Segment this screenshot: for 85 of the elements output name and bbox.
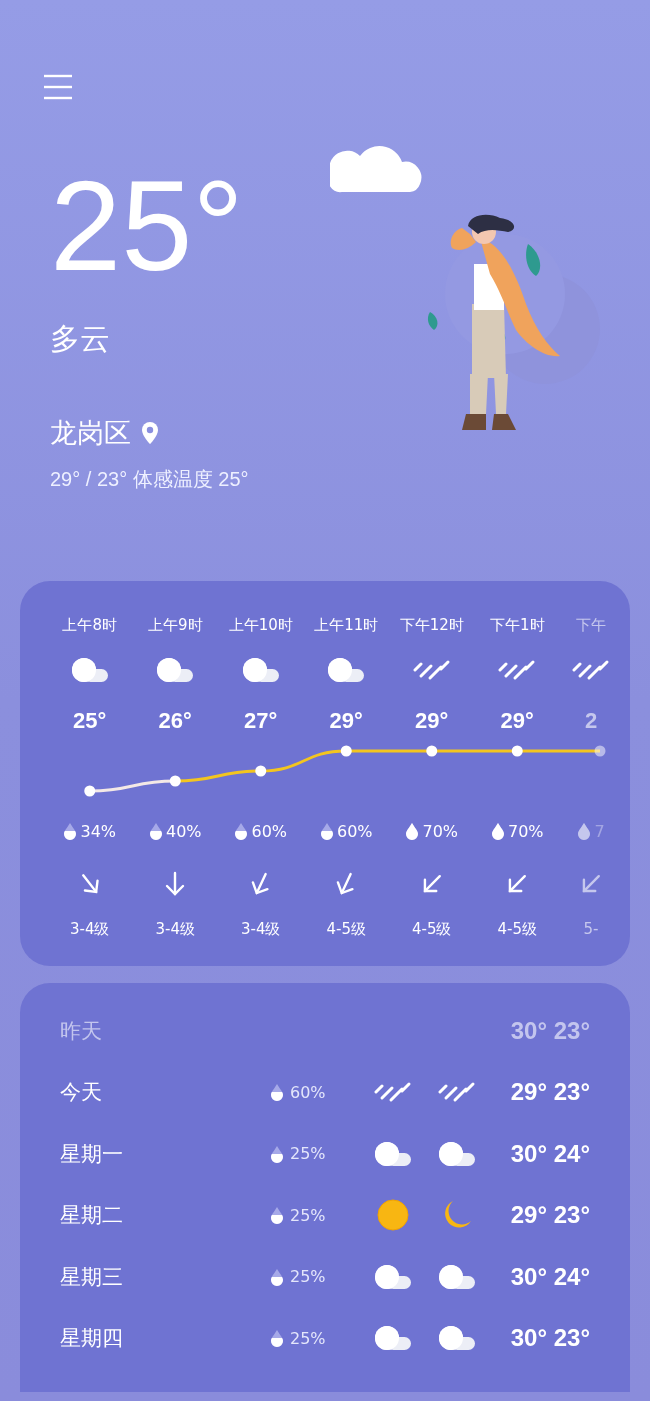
- rain-chance: 70%: [507, 821, 544, 841]
- rain-icon: [412, 659, 451, 681]
- raindrop-icon: [577, 822, 592, 840]
- hour-temperature: 29°: [415, 708, 449, 734]
- day-name: 星期二: [60, 1202, 124, 1230]
- hour-temperature: 27°: [244, 708, 278, 734]
- hour-label: 上午8时: [62, 615, 117, 635]
- raindrop-icon: [490, 822, 505, 840]
- raindrop-icon: [148, 822, 163, 840]
- rain-chance: 60%: [251, 821, 288, 841]
- rain-icon: [572, 659, 610, 681]
- current-temperature: 25°: [50, 162, 245, 290]
- temperature-point: [255, 765, 267, 777]
- wind-level: 3-4级: [70, 919, 110, 939]
- wind-level: 3-4级: [155, 919, 195, 939]
- rain-chance: 25%: [290, 1144, 326, 1164]
- temperature-range: 29° / 23° 体感温度 25°: [50, 467, 249, 491]
- raindrop-icon: [270, 1329, 284, 1348]
- temperature-range: 30° 23°: [509, 1324, 590, 1353]
- hour-temperature: 26°: [158, 708, 192, 734]
- rain-chance: 60%: [290, 1082, 326, 1102]
- raindrop-icon: [63, 822, 78, 840]
- cloud-icon: [373, 1263, 413, 1290]
- cloud-icon: [437, 1325, 477, 1352]
- cloud-icon: [437, 1263, 477, 1290]
- cloud-icon: [437, 1140, 477, 1167]
- raindrop-icon: [270, 1083, 284, 1102]
- rain-icon: [438, 1081, 476, 1104]
- location-name: 龙岗区: [50, 416, 131, 450]
- raindrop-icon: [319, 822, 334, 840]
- temperature-range: 29° 23°: [509, 1078, 590, 1107]
- cloud-icon: [69, 657, 110, 683]
- weather-condition: 多云: [50, 321, 111, 357]
- raindrop-icon: [270, 1267, 284, 1286]
- hour-label: 下午: [576, 615, 606, 635]
- rain-icon: [374, 1081, 412, 1104]
- sun-icon: [377, 1199, 409, 1232]
- hour-temperature: 25°: [73, 708, 107, 734]
- wind-level: 4-5级: [412, 919, 452, 939]
- rain-chance: 40%: [165, 821, 202, 841]
- rain-chance: 70%: [422, 821, 459, 841]
- raindrop-icon: [270, 1206, 284, 1225]
- temperature-point: [594, 745, 606, 757]
- day-name: 今天: [60, 1079, 103, 1107]
- hour-temperature: 29°: [329, 708, 363, 734]
- cloud-icon: [373, 1325, 413, 1352]
- temperature-point: [511, 745, 523, 757]
- menu-icon[interactable]: [43, 74, 73, 100]
- temperature-point: [426, 745, 438, 757]
- cloud-icon: [240, 657, 281, 683]
- temperature-range: 30° 24°: [509, 1262, 590, 1291]
- day-name: 星期四: [60, 1325, 124, 1353]
- hour-temperature: 29°: [500, 708, 534, 734]
- raindrop-icon: [270, 1144, 284, 1163]
- day-name: 星期一: [60, 1140, 124, 1168]
- rain-chance: 25%: [290, 1205, 326, 1225]
- hour-label: 上午11时: [314, 615, 379, 635]
- day-name: 星期三: [60, 1263, 124, 1291]
- hour-label: 上午9时: [147, 615, 203, 635]
- rain-chance: 34%: [80, 821, 117, 841]
- rain-icon: [498, 659, 537, 681]
- temperature-range: 30° 24°: [509, 1139, 590, 1168]
- wind-level: 4-5级: [326, 919, 366, 939]
- raindrop-icon: [234, 822, 249, 840]
- location-pin-icon: [141, 421, 159, 445]
- hour-label: 下午1时: [489, 615, 545, 635]
- wind-level: 5-: [583, 920, 599, 938]
- temperature-point: [340, 745, 352, 757]
- hour-label: 上午10时: [228, 615, 293, 635]
- temperature-point: [84, 785, 96, 797]
- wind-level: 4-5级: [497, 919, 537, 939]
- hour-temperature: 2: [584, 708, 598, 734]
- rain-chance: 60%: [336, 821, 373, 841]
- wind-level: 3-4级: [241, 919, 281, 939]
- day-name: 昨天: [60, 1017, 103, 1045]
- rain-chance: 25%: [290, 1267, 326, 1287]
- cloud-icon: [155, 657, 196, 683]
- raindrop-icon: [405, 822, 420, 840]
- rain-chance: 25%: [290, 1328, 326, 1348]
- cloud-icon: [373, 1140, 413, 1167]
- hour-label: 下午12时: [399, 615, 464, 635]
- temperature-point: [169, 775, 181, 787]
- cloud-icon: [326, 657, 367, 683]
- temperature-range: 30° 23°: [509, 1016, 590, 1045]
- temperature-range: 29° 23°: [509, 1201, 590, 1230]
